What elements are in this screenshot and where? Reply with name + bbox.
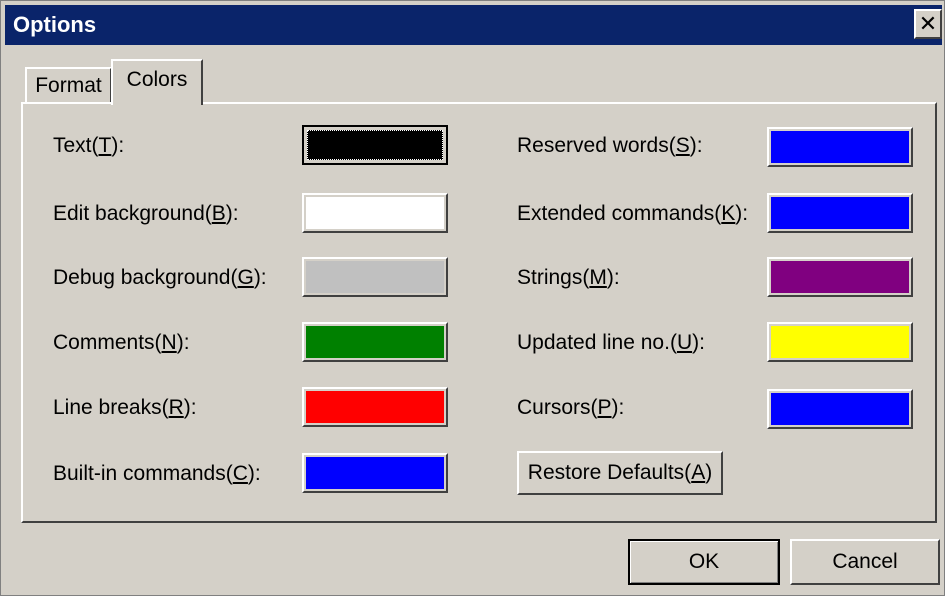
tab-colors[interactable]: Colors	[111, 59, 203, 105]
debug-background-fill	[306, 261, 444, 293]
built-in-commands-swatch[interactable]	[302, 453, 448, 493]
reserved-words-swatch[interactable]	[767, 127, 913, 167]
cancel-label: Cancel	[832, 550, 898, 573]
colors-tab-panel: Text(T): Edit background(B): Debug backg…	[21, 102, 937, 523]
edit-background-fill	[306, 197, 444, 229]
extended-commands-label: Extended commands(K):	[517, 202, 749, 225]
debug-background-label: Debug background(G):	[53, 266, 267, 289]
updated-line-no-swatch[interactable]	[767, 322, 913, 362]
comments-fill	[306, 326, 444, 358]
cursors-fill	[771, 393, 909, 425]
cursors-label: Cursors(P):	[517, 396, 625, 419]
text-color-fill	[307, 130, 443, 160]
built-in-commands-label: Built-in commands(C):	[53, 462, 261, 485]
tab-format-label: Format	[35, 74, 102, 97]
line-breaks-swatch[interactable]	[302, 387, 448, 427]
ok-label: OK	[688, 550, 720, 573]
line-breaks-label: Line breaks(R):	[53, 396, 197, 419]
strings-swatch[interactable]	[767, 257, 913, 297]
close-button[interactable]: ✕	[914, 9, 942, 39]
edit-background-label: Edit background(B):	[53, 202, 239, 225]
comments-swatch[interactable]	[302, 322, 448, 362]
cursors-swatch[interactable]	[767, 389, 913, 429]
title-bar: Options ✕	[5, 5, 942, 45]
debug-background-swatch[interactable]	[302, 257, 448, 297]
updated-line-no-fill	[771, 326, 909, 358]
close-icon: ✕	[918, 11, 938, 36]
updated-line-no-label: Updated line no.(U):	[517, 331, 705, 354]
reserved-words-fill	[771, 131, 909, 163]
built-in-commands-fill	[306, 457, 444, 489]
strings-label: Strings(M):	[517, 266, 620, 289]
window-title: Options	[13, 12, 97, 37]
tab-colors-label: Colors	[126, 68, 188, 91]
comments-label: Comments(N):	[53, 331, 190, 354]
extended-commands-fill	[771, 197, 909, 229]
text-color-label: Text(T):	[53, 134, 125, 157]
line-breaks-fill	[306, 391, 444, 423]
tab-format[interactable]: Format	[25, 67, 112, 103]
extended-commands-swatch[interactable]	[767, 193, 913, 233]
options-dialog: Options ✕ Format Colors Text(T): Edit ba…	[0, 0, 945, 596]
strings-fill	[771, 261, 909, 293]
edit-background-swatch[interactable]	[302, 193, 448, 233]
text-color-swatch[interactable]	[302, 125, 448, 165]
restore-defaults-button[interactable]: Restore Defaults(A)	[517, 451, 723, 495]
reserved-words-label: Reserved words(S):	[517, 134, 703, 157]
restore-defaults-label: Restore Defaults(A)	[527, 461, 713, 484]
ok-button[interactable]: OK	[628, 539, 780, 585]
cancel-button[interactable]: Cancel	[790, 539, 940, 585]
